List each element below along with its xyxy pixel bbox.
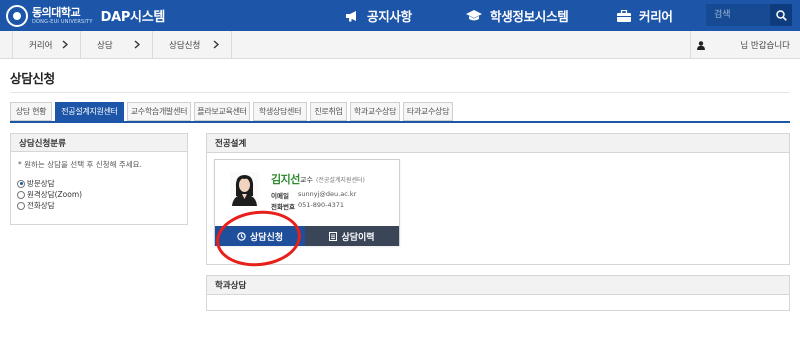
dept-counseling-panel: 학과상담 [206, 275, 790, 311]
tab-teaching-learning-center[interactable]: 교수학습개발센터 [127, 102, 191, 121]
search-input[interactable] [706, 4, 770, 26]
person-icon [697, 40, 705, 50]
radio-remote-zoom[interactable]: 원격상담(Zoom) [17, 189, 82, 200]
list-document-icon [329, 231, 338, 241]
breadcrumb: 커리어 상담 상담신청 님 반갑습니다 [0, 31, 800, 59]
tab-underline [10, 121, 790, 123]
nav-notice[interactable]: 공지사항 [345, 0, 412, 31]
logo-korean-name: 동의대학교 [32, 5, 81, 19]
nav-notice-label: 공지사항 [367, 9, 412, 24]
professor-position: 교수 [300, 176, 313, 184]
radio-phone-label[interactable]: 전화상담 [27, 200, 55, 211]
apply-counseling-label: 상담신청 [249, 232, 284, 243]
title-divider [10, 92, 790, 93]
breadcrumb-counseling-apply-label: 상담신청 [169, 41, 201, 51]
professor-card: 김지선 교수 (전공설계지원센터) 이메일 sunnyj@deu.ac.kr 전… [214, 159, 400, 246]
counseling-type-notice: * 원하는 상담을 선택 후 신청해 주세요. [18, 160, 142, 169]
breadcrumb-counseling[interactable]: 상담 [80, 31, 152, 59]
user-area: 님 반갑습니다 [690, 31, 800, 59]
major-design-title: 전공설계 [207, 134, 789, 153]
radio-visit-label[interactable]: 방문상담 [27, 178, 55, 189]
nav-student-info[interactable]: 학생정보시스템 [466, 0, 569, 31]
professor-photo-icon [230, 172, 259, 206]
tab-career-employment[interactable]: 진로취업 [310, 102, 347, 121]
briefcase-icon [617, 9, 631, 22]
page-title: 상담신청 [10, 71, 55, 86]
counseling-type-panel: 상담신청분류 * 원하는 상담을 선택 후 신청해 주세요. 방문상담 원격상담… [10, 133, 188, 225]
university-emblem-icon [6, 4, 28, 27]
apply-counseling-button[interactable]: 상담신청 [215, 226, 305, 246]
tab-other-dept-professor[interactable]: 타과교수상담 [403, 102, 453, 121]
university-logo[interactable]: 동의대학교 DONG-EUI UNIVERSITY DAP시스템 [6, 4, 165, 27]
radio-visit-button[interactable] [17, 179, 25, 188]
chevron-right-icon [134, 40, 140, 49]
radio-phone[interactable]: 전화상담 [17, 200, 55, 211]
chevron-right-icon [62, 40, 68, 49]
nav-career[interactable]: 커리어 [617, 0, 673, 31]
breadcrumb-counseling-apply[interactable]: 상담신청 [152, 31, 232, 59]
email-label: 이메일 [271, 192, 289, 200]
search-icon [775, 9, 787, 21]
megaphone-icon [346, 10, 356, 21]
clock-icon [237, 231, 246, 241]
breadcrumb-career-label: 커리어 [29, 41, 53, 51]
radio-visit[interactable]: 방문상담 [17, 178, 55, 189]
counseling-type-title: 상담신청분류 [11, 134, 187, 152]
counseling-history-button[interactable]: 상담이력 [305, 226, 399, 246]
radio-remote-zoom-button[interactable] [17, 190, 25, 199]
phone-value: 051-890-4371 [298, 201, 345, 209]
major-design-panel: 전공설계 김지선 교수 (전공설계지원센터) 이메일 sunnyj@deu.ac… [206, 133, 790, 265]
nav-student-info-label: 학생정보시스템 [490, 9, 569, 24]
nav-career-label: 커리어 [639, 9, 673, 24]
professor-department: (전공설계지원센터) [316, 177, 365, 184]
professor-avatar [230, 172, 259, 206]
professor-name: 김지선 [271, 173, 300, 186]
radio-remote-zoom-label[interactable]: 원격상담(Zoom) [27, 189, 82, 200]
radio-phone-button[interactable] [17, 201, 25, 210]
tab-bar: 상담 현황 전공설계지원센터 교수학습개발센터 플라보교육센터 학생상담센터 진… [10, 102, 456, 121]
professor-card-actions: 상담신청 상담이력 [215, 226, 399, 246]
breadcrumb-career[interactable]: 커리어 [12, 31, 80, 59]
tab-dept-professor[interactable]: 학과교수상담 [350, 102, 400, 121]
tab-flabo-education-center[interactable]: 플라보교육센터 [194, 102, 250, 121]
search-box [706, 4, 792, 26]
counseling-history-label: 상담이력 [341, 232, 375, 243]
system-name: DAP시스템 [100, 10, 166, 25]
tab-major-design-center[interactable]: 전공설계지원센터 [55, 102, 124, 121]
email-value: sunnyj@deu.ac.kr [298, 190, 357, 198]
user-greeting: 님 반갑습니다 [740, 41, 790, 51]
phone-label: 전화번호 [271, 203, 295, 211]
logo-english-name: DONG-EUI UNIVERSITY [32, 18, 93, 25]
chevron-right-icon [213, 40, 219, 49]
tab-counseling-status[interactable]: 상담 현황 [10, 102, 52, 121]
top-header: 동의대학교 DONG-EUI UNIVERSITY DAP시스템 공지사항 학생… [0, 0, 800, 31]
graduation-cap-icon [466, 9, 482, 20]
tab-student-counseling-center[interactable]: 학생상담센터 [253, 102, 307, 121]
search-button[interactable] [770, 4, 792, 26]
breadcrumb-counseling-label: 상담 [97, 41, 113, 51]
dept-counseling-title: 학과상담 [207, 276, 789, 295]
